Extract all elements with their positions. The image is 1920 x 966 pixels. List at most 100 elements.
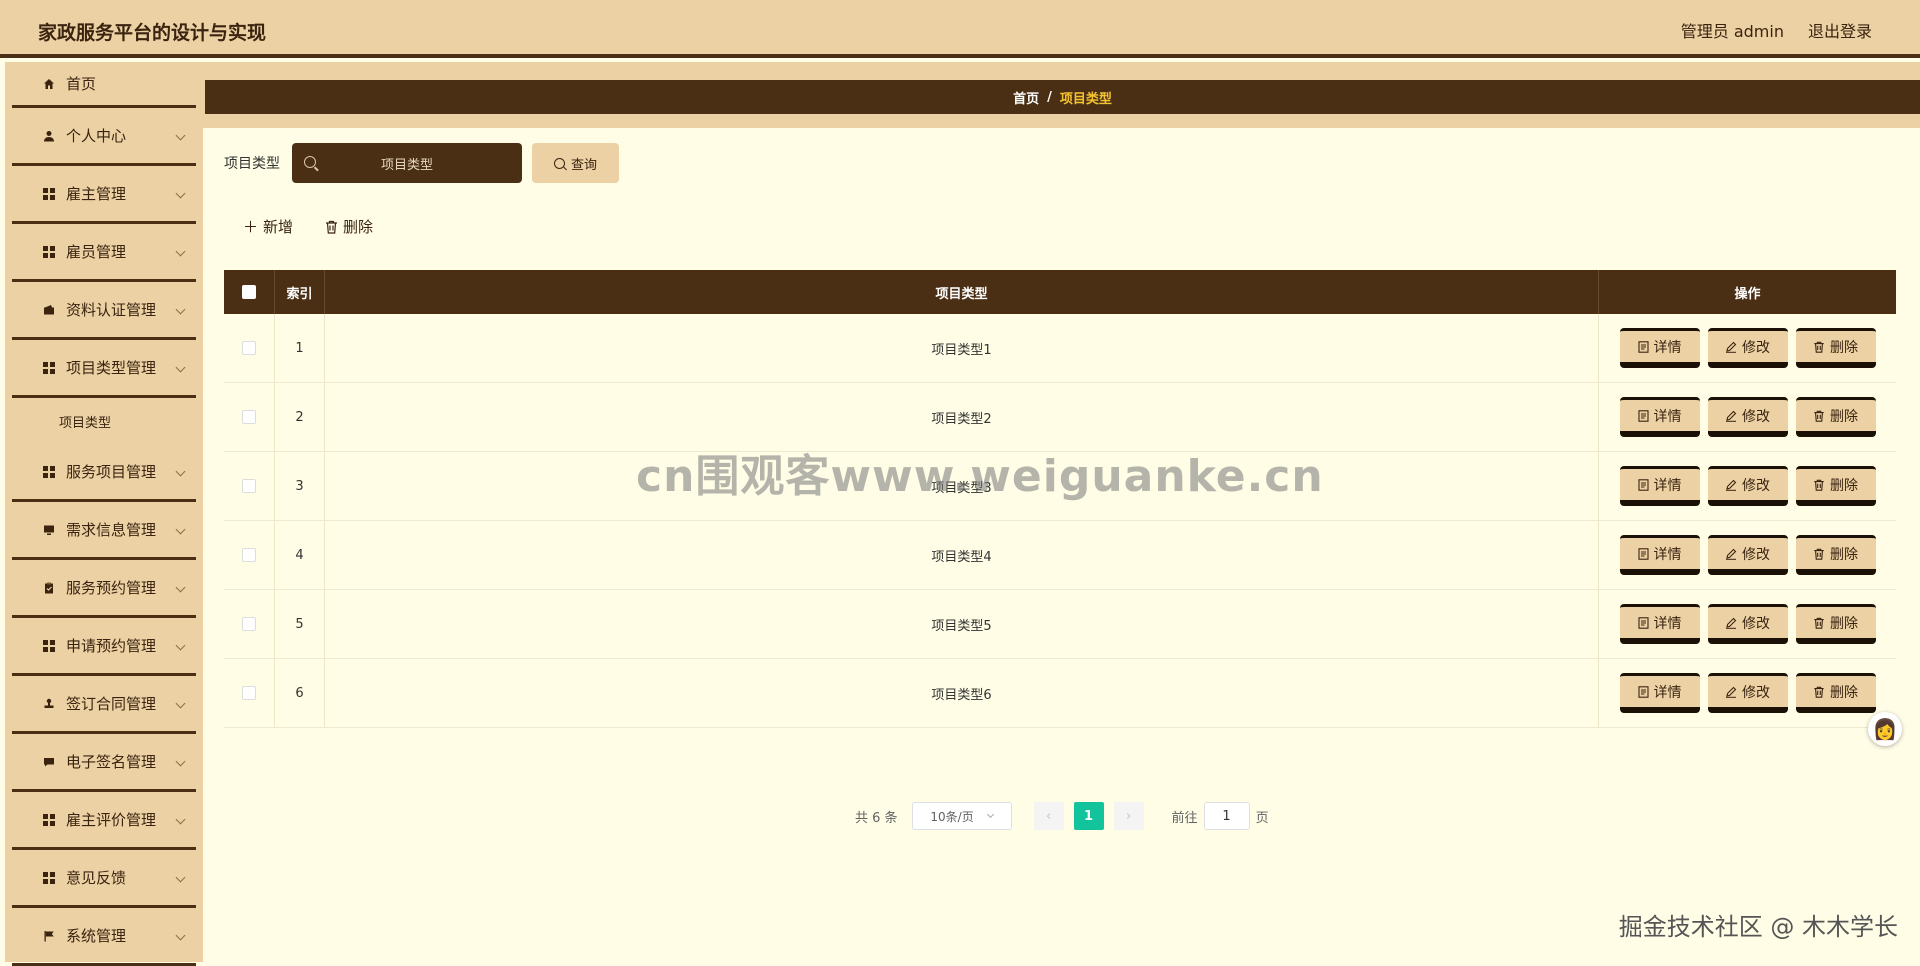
search-input[interactable]: 项目类型 — [292, 143, 522, 183]
sidebar-item-10[interactable]: 签订合同管理 — [12, 676, 196, 734]
document-icon — [1637, 409, 1649, 422]
row-edit-button[interactable]: 修改 — [1707, 328, 1788, 368]
row-index: 4 — [275, 521, 325, 589]
sidebar-item-4[interactable]: 资料认证管理 — [12, 282, 196, 340]
row-checkbox[interactable] — [242, 686, 256, 700]
row-delete-button[interactable]: 删除 — [1795, 604, 1876, 644]
document-icon — [1637, 340, 1649, 353]
chat-icon — [42, 755, 56, 769]
search-row: 项目类型 项目类型 查询 — [224, 143, 619, 183]
sidebar-item-label: 意见反馈 — [66, 869, 127, 887]
table-header: 索引 项目类型 操作 — [224, 270, 1896, 314]
page-size-select[interactable]: 10条/页 — [911, 802, 1012, 830]
row-detail-button[interactable]: 详情 — [1619, 397, 1700, 437]
document-icon — [1637, 685, 1649, 698]
sidebar-item-label: 雇主评价管理 — [66, 811, 157, 829]
sidebar-item-3[interactable]: 雇员管理 — [12, 224, 196, 282]
row-edit-label: 修改 — [1742, 546, 1770, 563]
sidebar-item-label: 服务预约管理 — [66, 579, 157, 597]
row-delete-button[interactable]: 删除 — [1795, 535, 1876, 575]
logout-link[interactable]: 退出登录 — [1808, 18, 1872, 42]
row-ops: 详情 修改 删除 — [1599, 659, 1896, 727]
row-edit-button[interactable]: 修改 — [1707, 673, 1788, 713]
breadcrumb-wrap: 首页 / 项目类型 — [203, 62, 1920, 128]
row-checkbox[interactable] — [242, 341, 256, 355]
grid-icon — [42, 813, 56, 827]
wallet-icon — [42, 303, 56, 317]
trash-icon — [326, 220, 338, 234]
row-delete-button[interactable]: 删除 — [1795, 466, 1876, 506]
sidebar-item-label: 资料认证管理 — [66, 301, 157, 319]
row-delete-button[interactable]: 删除 — [1795, 673, 1876, 713]
row-edit-label: 修改 — [1742, 339, 1770, 356]
sidebar-item-12[interactable]: 雇主评价管理 — [12, 792, 196, 850]
row-edit-button[interactable]: 修改 — [1707, 604, 1788, 644]
row-edit-label: 修改 — [1742, 477, 1770, 494]
goto-input[interactable]: 1 — [1203, 802, 1250, 830]
sidebar-item-14[interactable]: 系统管理 — [12, 908, 196, 966]
row-ops: 详情 修改 删除 — [1599, 314, 1896, 382]
sidebar-subitem-project-type[interactable]: 项目类型 — [5, 398, 203, 444]
row-checkbox[interactable] — [242, 548, 256, 562]
table-row: 3 项目类型3 详情 修改 删除 — [224, 452, 1896, 521]
chevron-down-icon — [175, 188, 186, 199]
row-detail-button[interactable]: 详情 — [1619, 466, 1700, 506]
top-bar: 家政服务平台的设计与实现 管理员 admin 退出登录 — [0, 0, 1920, 58]
select-all-checkbox[interactable] — [242, 285, 256, 299]
row-detail-button[interactable]: 详情 — [1619, 328, 1700, 368]
row-index: 5 — [275, 590, 325, 658]
row-checkbox[interactable] — [242, 617, 256, 631]
avatar[interactable]: 👩 — [1868, 712, 1902, 746]
grid-icon — [42, 639, 56, 653]
row-detail-button[interactable]: 详情 — [1619, 535, 1700, 575]
row-checkbox-cell — [224, 521, 275, 589]
row-delete-button[interactable]: 删除 — [1795, 397, 1876, 437]
row-delete-label: 删除 — [1830, 684, 1858, 701]
edit-icon — [1726, 686, 1737, 698]
row-edit-button[interactable]: 修改 — [1707, 466, 1788, 506]
row-delete-button[interactable]: 删除 — [1795, 328, 1876, 368]
next-page-button[interactable]: › — [1113, 802, 1144, 830]
edit-icon — [1726, 410, 1737, 422]
sidebar-item-label: 雇员管理 — [66, 243, 127, 261]
page-size-value: 10条/页 — [930, 809, 974, 824]
sidebar-item-9[interactable]: 申请预约管理 — [12, 618, 196, 676]
row-ops: 详情 修改 删除 — [1599, 452, 1896, 520]
trash-icon — [1814, 410, 1824, 422]
search-placeholder: 项目类型 — [380, 157, 433, 173]
sidebar-item-2[interactable]: 雇主管理 — [12, 166, 196, 224]
current-user[interactable]: 管理员 admin — [1681, 18, 1784, 42]
document-icon — [1637, 547, 1649, 560]
sidebar-item-1[interactable]: 个人中心 — [12, 108, 196, 166]
sidebar-item-7[interactable]: 需求信息管理 — [12, 502, 196, 560]
sidebar-item-11[interactable]: 电子签名管理 — [12, 734, 196, 792]
breadcrumb-current: 项目类型 — [1059, 91, 1112, 107]
breadcrumb-home[interactable]: 首页 — [1013, 88, 1039, 107]
row-delete-label: 删除 — [1830, 408, 1858, 425]
sidebar-item-8[interactable]: 服务预约管理 — [12, 560, 196, 618]
add-button[interactable]: ＋ 新增 — [243, 216, 293, 237]
header-type: 项目类型 — [325, 270, 1599, 314]
row-checkbox[interactable] — [242, 410, 256, 424]
query-button[interactable]: 查询 — [532, 143, 619, 183]
prev-page-button[interactable]: ‹ — [1033, 802, 1064, 830]
sidebar-item-6[interactable]: 服务项目管理 — [12, 444, 196, 502]
sidebar-item-0[interactable]: 首页 — [12, 62, 196, 108]
batch-delete-button[interactable]: 删除 — [325, 216, 373, 237]
header-checkbox-cell — [224, 270, 275, 314]
row-delete-label: 删除 — [1830, 546, 1858, 563]
sidebar-item-label: 申请预约管理 — [66, 637, 157, 655]
row-edit-button[interactable]: 修改 — [1707, 397, 1788, 437]
page-number[interactable]: 1 — [1073, 802, 1104, 830]
search-icon — [553, 157, 565, 169]
row-edit-button[interactable]: 修改 — [1707, 535, 1788, 575]
chevron-down-icon — [175, 304, 186, 315]
home-icon — [42, 77, 56, 91]
sidebar-item-5[interactable]: 项目类型管理 — [12, 340, 196, 398]
row-checkbox[interactable] — [242, 479, 256, 493]
sidebar-item-13[interactable]: 意见反馈 — [12, 850, 196, 908]
row-checkbox-cell — [224, 659, 275, 727]
goto-label: 前往 — [1171, 810, 1198, 826]
row-detail-button[interactable]: 详情 — [1619, 604, 1700, 644]
row-detail-button[interactable]: 详情 — [1619, 673, 1700, 713]
